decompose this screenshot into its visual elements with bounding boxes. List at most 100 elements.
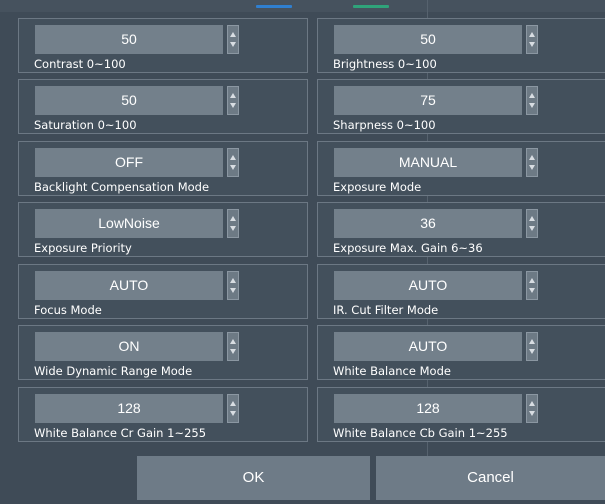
contrast-label: Contrast 0~100: [34, 57, 126, 71]
arrow-up-icon[interactable]: [230, 93, 236, 98]
arrow-up-icon[interactable]: [230, 278, 236, 283]
saturation-value[interactable]: 50: [35, 86, 223, 115]
white-balance-cr-gain-spinbox[interactable]: 128: [35, 394, 223, 423]
brightness-field: 50 Brightness 0~100: [317, 18, 605, 73]
exposure-max-gain-value[interactable]: 36: [334, 209, 522, 238]
exposure-mode-spinbox[interactable]: MANUAL: [334, 148, 522, 177]
arrow-down-icon[interactable]: [230, 349, 236, 354]
arrow-down-icon[interactable]: [529, 288, 535, 293]
top-strip: [0, 0, 605, 12]
arrow-down-icon[interactable]: [529, 42, 535, 47]
wide-dynamic-range-label: Wide Dynamic Range Mode: [34, 364, 193, 378]
arrow-down-icon[interactable]: [230, 411, 236, 416]
focus-mode-spinbox[interactable]: AUTO: [35, 271, 223, 300]
white-balance-cb-gain-spin-arrows[interactable]: [526, 394, 538, 423]
white-balance-mode-field: AUTO White Balance Mode: [317, 325, 605, 380]
ok-button[interactable]: OK: [137, 456, 370, 500]
wide-dynamic-range-spinbox[interactable]: ON: [35, 332, 223, 361]
arrow-down-icon[interactable]: [230, 226, 236, 231]
arrow-up-icon[interactable]: [230, 216, 236, 221]
ir-cut-filter-spin-arrows[interactable]: [526, 271, 538, 300]
backlight-compensation-spin-arrows[interactable]: [227, 148, 239, 177]
exposure-mode-spin-arrows[interactable]: [526, 148, 538, 177]
white-balance-mode-label: White Balance Mode: [333, 364, 451, 378]
arrow-up-icon[interactable]: [529, 155, 535, 160]
backlight-compensation-label: Backlight Compensation Mode: [34, 180, 210, 194]
arrow-up-icon[interactable]: [529, 401, 535, 406]
arrow-up-icon[interactable]: [230, 339, 236, 344]
exposure-priority-value[interactable]: LowNoise: [35, 209, 223, 238]
white-balance-mode-spinbox[interactable]: AUTO: [334, 332, 522, 361]
exposure-max-gain-spinbox[interactable]: 36: [334, 209, 522, 238]
backlight-compensation-field: OFF Backlight Compensation Mode: [18, 141, 308, 196]
focus-mode-field: AUTO Focus Mode: [18, 264, 308, 319]
saturation-label: Saturation 0~100: [34, 118, 137, 132]
arrow-up-icon[interactable]: [529, 278, 535, 283]
white-balance-mode-spin-arrows[interactable]: [526, 332, 538, 361]
focus-mode-value[interactable]: AUTO: [35, 271, 223, 300]
arrow-down-icon[interactable]: [230, 42, 236, 47]
wide-dynamic-range-field: ON Wide Dynamic Range Mode: [18, 325, 308, 380]
sharpness-spinbox[interactable]: 75: [334, 86, 522, 115]
top-mark-blue: [256, 5, 292, 8]
saturation-spinbox[interactable]: 50: [35, 86, 223, 115]
saturation-field: 50 Saturation 0~100: [18, 79, 308, 134]
ir-cut-filter-label: IR. Cut Filter Mode: [333, 303, 439, 317]
arrow-up-icon[interactable]: [529, 216, 535, 221]
focus-mode-spin-arrows[interactable]: [227, 271, 239, 300]
saturation-spin-arrows[interactable]: [227, 86, 239, 115]
ir-cut-filter-value[interactable]: AUTO: [334, 271, 522, 300]
contrast-field: 50 Contrast 0~100: [18, 18, 308, 73]
cancel-button[interactable]: Cancel: [376, 456, 605, 500]
arrow-down-icon[interactable]: [230, 288, 236, 293]
exposure-max-gain-label: Exposure Max. Gain 6~36: [333, 241, 483, 255]
arrow-down-icon[interactable]: [529, 165, 535, 170]
wide-dynamic-range-value[interactable]: ON: [35, 332, 223, 361]
white-balance-cb-gain-value[interactable]: 128: [334, 394, 522, 423]
sharpness-spin-arrows[interactable]: [526, 86, 538, 115]
exposure-max-gain-field: 36 Exposure Max. Gain 6~36: [317, 202, 605, 257]
exposure-mode-label: Exposure Mode: [333, 180, 422, 194]
contrast-spinbox[interactable]: 50: [35, 25, 223, 54]
white-balance-cb-gain-spinbox[interactable]: 128: [334, 394, 522, 423]
arrow-up-icon[interactable]: [529, 339, 535, 344]
exposure-mode-field: MANUAL Exposure Mode: [317, 141, 605, 196]
top-mark-green: [353, 5, 389, 8]
brightness-value[interactable]: 50: [334, 25, 522, 54]
arrow-down-icon[interactable]: [529, 226, 535, 231]
wide-dynamic-range-spin-arrows[interactable]: [227, 332, 239, 361]
exposure-priority-label: Exposure Priority: [34, 241, 132, 255]
arrow-up-icon[interactable]: [529, 93, 535, 98]
camera-settings-dialog: 50 Contrast 0~100 50 Brightness 0~100 50…: [0, 0, 605, 504]
brightness-label: Brightness 0~100: [333, 57, 437, 71]
contrast-value[interactable]: 50: [35, 25, 223, 54]
contrast-spin-arrows[interactable]: [227, 25, 239, 54]
exposure-max-gain-spin-arrows[interactable]: [526, 209, 538, 238]
arrow-down-icon[interactable]: [529, 411, 535, 416]
sharpness-field: 75 Sharpness 0~100: [317, 79, 605, 134]
arrow-up-icon[interactable]: [230, 401, 236, 406]
white-balance-cr-gain-value[interactable]: 128: [35, 394, 223, 423]
white-balance-mode-value[interactable]: AUTO: [334, 332, 522, 361]
brightness-spin-arrows[interactable]: [526, 25, 538, 54]
exposure-mode-value[interactable]: MANUAL: [334, 148, 522, 177]
white-balance-cr-gain-field: 128 White Balance Cr Gain 1~255: [18, 387, 308, 442]
brightness-spinbox[interactable]: 50: [334, 25, 522, 54]
arrow-down-icon[interactable]: [529, 103, 535, 108]
backlight-compensation-value[interactable]: OFF: [35, 148, 223, 177]
arrow-up-icon[interactable]: [529, 32, 535, 37]
exposure-priority-spinbox[interactable]: LowNoise: [35, 209, 223, 238]
exposure-priority-spin-arrows[interactable]: [227, 209, 239, 238]
sharpness-value[interactable]: 75: [334, 86, 522, 115]
arrow-down-icon[interactable]: [529, 349, 535, 354]
exposure-priority-field: LowNoise Exposure Priority: [18, 202, 308, 257]
arrow-down-icon[interactable]: [230, 165, 236, 170]
ir-cut-filter-spinbox[interactable]: AUTO: [334, 271, 522, 300]
white-balance-cr-gain-spin-arrows[interactable]: [227, 394, 239, 423]
arrow-down-icon[interactable]: [230, 103, 236, 108]
arrow-up-icon[interactable]: [230, 155, 236, 160]
sharpness-label: Sharpness 0~100: [333, 118, 436, 132]
backlight-compensation-spinbox[interactable]: OFF: [35, 148, 223, 177]
white-balance-cb-gain-label: White Balance Cb Gain 1~255: [333, 426, 508, 440]
arrow-up-icon[interactable]: [230, 32, 236, 37]
